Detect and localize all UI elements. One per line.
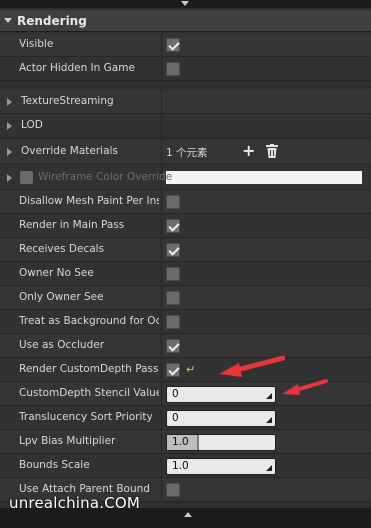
property-label: Wireframe Color Override [38, 171, 173, 183]
red-arrow-annotation-2 [282, 379, 328, 395]
column-divider[interactable] [161, 358, 162, 382]
property-label: Visible [19, 38, 54, 50]
expand-arrow-icon[interactable] [7, 122, 12, 130]
column-divider[interactable] [161, 57, 162, 81]
property-label: Render in Main Pass [19, 219, 125, 231]
watermark: unrealchina.COM [9, 494, 141, 512]
color-swatch[interactable] [166, 171, 362, 184]
property-row: Override Materials 1 个元素 + [0, 140, 371, 164]
property-row: LOD [0, 114, 371, 138]
override-toggle-checkbox[interactable] [20, 171, 33, 184]
column-divider[interactable] [161, 190, 162, 214]
property-label: Lpv Bias Multiplier [19, 435, 116, 447]
property-checkbox[interactable] [166, 38, 180, 52]
property-checkbox[interactable] [166, 62, 180, 76]
property-label: Use as Occluder [19, 339, 105, 351]
property-checkbox[interactable] [166, 483, 180, 497]
reset-to-default-icon[interactable]: ↵ [186, 363, 195, 376]
slider-field[interactable]: 1.0 [166, 434, 276, 451]
number-input[interactable]: 0 [166, 386, 276, 403]
chevron-down-icon [181, 1, 189, 6]
property-row: Wireframe Color Override [0, 166, 371, 190]
field-value: 1.0 [172, 436, 189, 448]
column-divider[interactable] [161, 262, 162, 286]
property-label: Receives Decals [19, 243, 105, 255]
column-divider[interactable] [161, 478, 162, 502]
column-divider[interactable] [161, 382, 162, 406]
property-label: Override Materials [21, 145, 118, 157]
expand-arrow-icon[interactable] [7, 148, 12, 156]
property-row: Actor Hidden In Game [0, 57, 371, 81]
property-checkbox[interactable] [166, 339, 180, 353]
property-checkbox[interactable] [166, 267, 180, 281]
column-divider[interactable] [161, 310, 162, 334]
property-checkbox[interactable] [166, 363, 180, 377]
property-row: Only Owner See [0, 286, 371, 310]
column-divider[interactable] [161, 286, 162, 310]
property-checkbox[interactable] [166, 291, 180, 305]
column-divider[interactable] [161, 33, 162, 57]
property-row: Treat as Background for Occlusion [0, 310, 371, 334]
drag-handle-icon[interactable] [266, 393, 272, 399]
property-checkbox[interactable] [166, 243, 180, 257]
column-divider[interactable] [161, 454, 162, 478]
number-input[interactable]: 0 [166, 410, 276, 427]
property-label: Treat as Background for Occlusion [19, 315, 159, 327]
collapse-arrow-icon [4, 18, 12, 23]
column-divider[interactable] [161, 238, 162, 262]
delete-all-icon[interactable] [266, 144, 278, 158]
field-value: 1.0 [172, 460, 189, 472]
column-divider[interactable] [161, 90, 162, 114]
red-arrow-annotation-1 [219, 355, 285, 377]
property-row: Visible [0, 33, 371, 57]
column-divider[interactable] [161, 430, 162, 454]
expand-arrow-icon[interactable] [7, 174, 12, 182]
property-label: TextureStreaming [21, 95, 114, 107]
property-checkbox[interactable] [166, 195, 180, 209]
rendering-section-header[interactable]: Rendering [0, 10, 371, 32]
column-divider[interactable] [161, 140, 162, 164]
column-divider[interactable] [161, 334, 162, 358]
column-divider[interactable] [161, 214, 162, 238]
drag-handle-icon[interactable] [266, 417, 272, 423]
property-label: Render CustomDepth Pass [19, 363, 159, 375]
number-input[interactable]: 1.0 [166, 458, 276, 475]
column-divider[interactable] [161, 406, 162, 430]
property-label: Only Owner See [19, 291, 104, 303]
field-value: 0 [172, 388, 179, 400]
property-row: Render in Main Pass [0, 214, 371, 238]
property-label: Disallow Mesh Paint Per Instance [19, 195, 159, 207]
property-checkbox[interactable] [166, 219, 180, 233]
property-label: LOD [21, 119, 43, 131]
property-row: Use as Occluder [0, 334, 371, 358]
property-label: Bounds Scale [19, 459, 90, 471]
property-row: Receives Decals [0, 238, 371, 262]
field-value: 0 [172, 412, 179, 424]
property-label: Actor Hidden In Game [19, 62, 135, 74]
property-checkbox[interactable] [166, 315, 180, 329]
column-divider[interactable] [161, 114, 162, 138]
property-row: Owner No See [0, 262, 371, 286]
property-label: CustomDepth Stencil Value [19, 387, 159, 399]
property-row: Translucency Sort Priority 0 [0, 406, 371, 430]
property-row: TextureStreaming [0, 90, 371, 114]
scroll-up-bar[interactable] [0, 0, 371, 8]
section-title: Rendering [17, 14, 87, 28]
array-count: 1 个元素 [166, 147, 208, 159]
property-row: Bounds Scale 1.0 [0, 454, 371, 478]
property-row: Lpv Bias Multiplier 1.0 [0, 430, 371, 454]
property-row: Disallow Mesh Paint Per Instance [0, 190, 371, 214]
expand-arrow-icon[interactable] [7, 98, 12, 106]
add-element-icon[interactable]: + [242, 143, 255, 159]
property-label: Owner No See [19, 267, 94, 279]
drag-handle-icon[interactable] [266, 465, 272, 471]
chevron-up-icon [184, 512, 192, 517]
property-label: Translucency Sort Priority [19, 411, 153, 423]
